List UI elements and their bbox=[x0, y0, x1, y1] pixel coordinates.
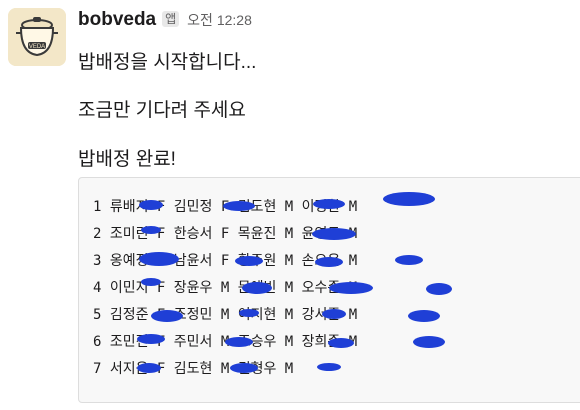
redaction-mark bbox=[383, 192, 435, 206]
bot-avatar[interactable]: VEDA bbox=[8, 8, 66, 66]
svg-text:VEDA: VEDA bbox=[29, 44, 45, 50]
code-row: 6 조민진 F 주민서 M 조승우 M 장희준 M bbox=[93, 334, 358, 350]
code-row: 1 류배지 F 김민정 F 김도현 M 이정환 M bbox=[93, 199, 358, 215]
redaction-mark bbox=[408, 310, 440, 322]
rice-cooker-icon: VEDA bbox=[8, 8, 66, 66]
message-header: bobveda 앱 오전 12:28 bbox=[78, 9, 252, 33]
code-row: 2 조미린 F 한승서 F 목윤진 M 윤영두 M bbox=[93, 226, 358, 242]
code-row: 7 서지윤 F 김도현 M 권형우 M bbox=[93, 361, 294, 377]
redaction-mark bbox=[395, 255, 423, 265]
redaction-mark bbox=[413, 336, 445, 348]
code-row: 4 이민지 F 장윤우 M 문예빈 M 오수준 M bbox=[93, 280, 358, 296]
redaction-mark bbox=[426, 283, 452, 295]
sender-name[interactable]: bobveda bbox=[78, 9, 156, 31]
redaction-mark bbox=[317, 363, 341, 371]
message-line: 밥배정을 시작합니다... bbox=[78, 52, 257, 73]
code-row: 5 김정준 F 조정민 M 이지현 M 강서준 M bbox=[93, 307, 358, 323]
code-block: 1 류배지 F 김민정 F 김도현 M 이정환 M 2 조미린 F 한승서 F … bbox=[78, 177, 580, 403]
timestamp[interactable]: 오전 12:28 bbox=[187, 10, 252, 30]
app-badge: 앱 bbox=[162, 11, 180, 27]
message-line: 조금만 기다려 주세요 bbox=[78, 100, 246, 121]
message-line: 밥배정 완료! bbox=[78, 149, 176, 170]
code-row: 3 옹예정 F 남윤서 F 황주원 M 손으은 M bbox=[93, 253, 358, 269]
